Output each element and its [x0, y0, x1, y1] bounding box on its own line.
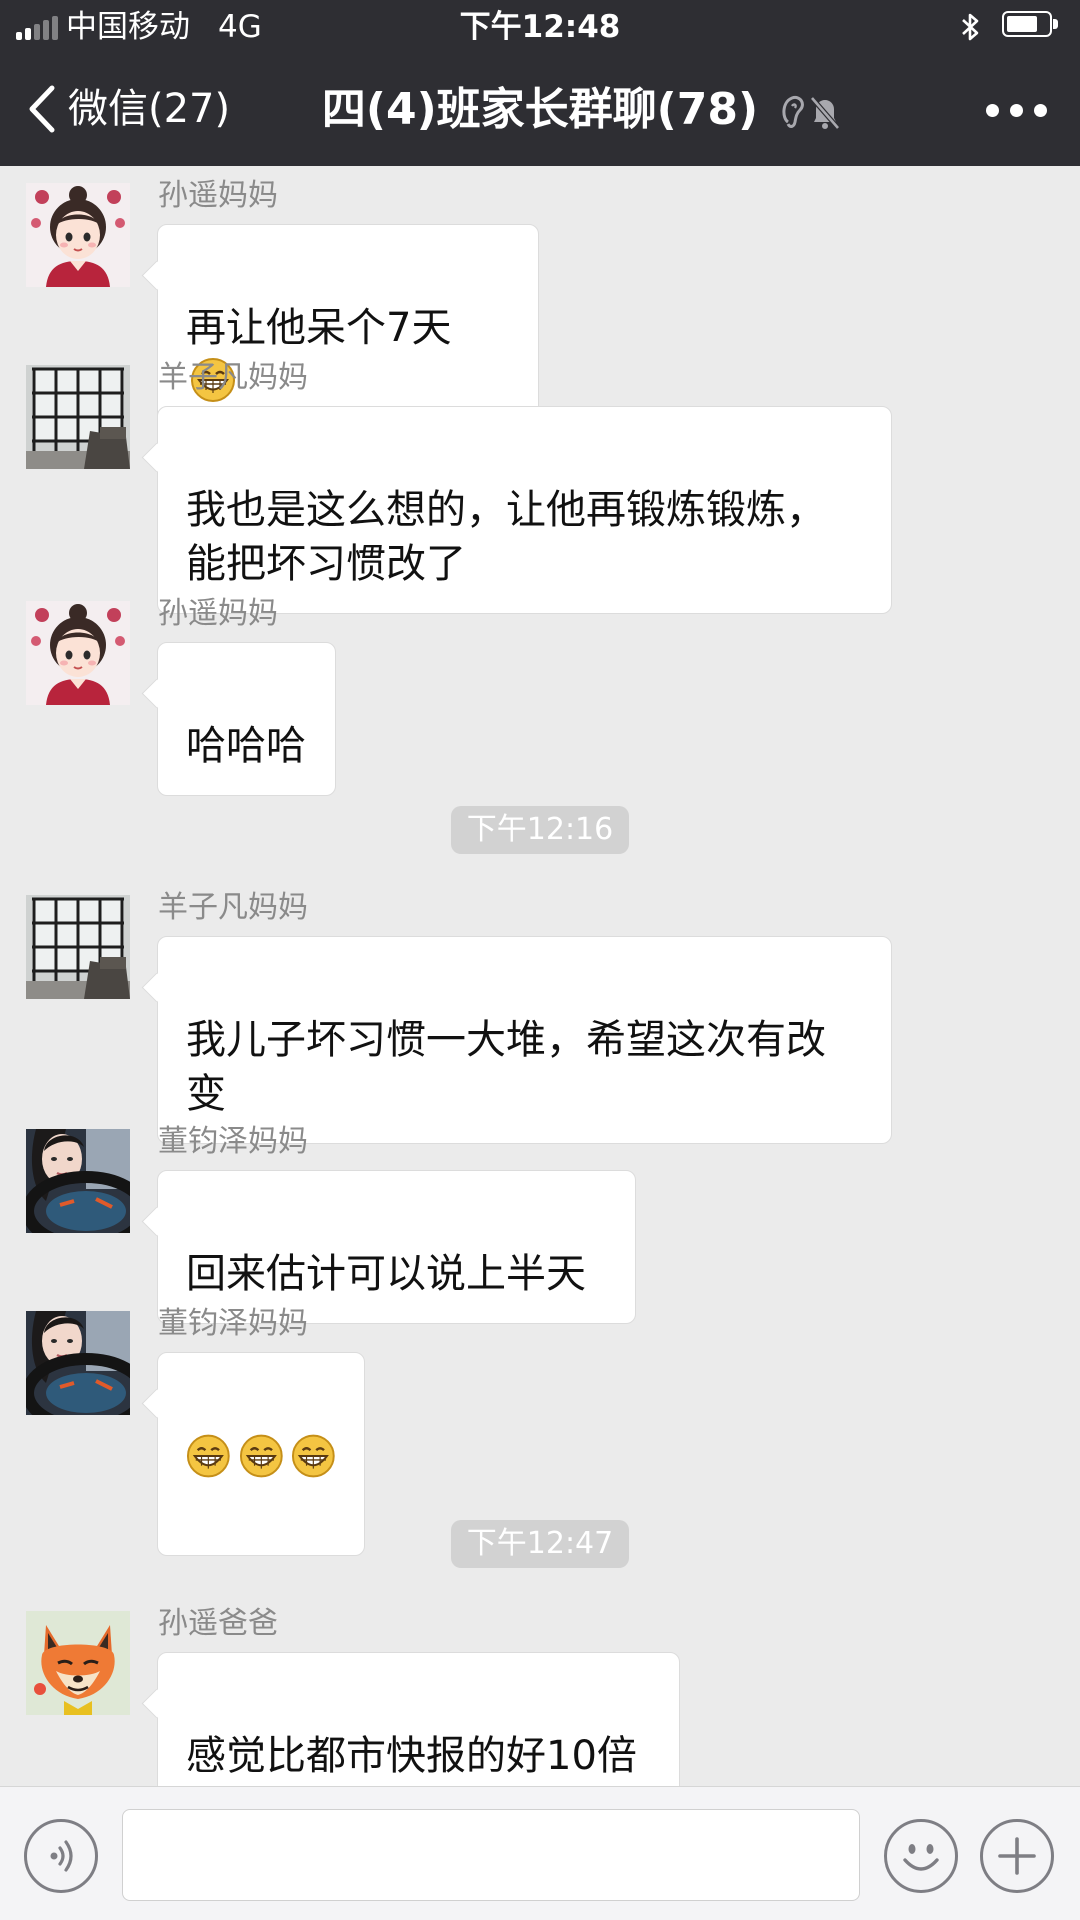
message-bubble[interactable]: 回来估计可以说上半天	[157, 1170, 636, 1324]
emoji-icon	[903, 1844, 939, 1871]
cartoon-girl-avatar[interactable]	[26, 183, 130, 287]
woman-car-avatar[interactable]	[26, 1129, 130, 1233]
chat-title: 四(4)班家长群聊(78)	[321, 84, 759, 135]
battery-icon	[1002, 11, 1060, 39]
timestamp: 下午12:16	[0, 806, 1080, 854]
timestamp: 下午12:47	[0, 1520, 1080, 1568]
status-time: 下午12:48	[459, 9, 621, 45]
grin-emoji-icon	[292, 1434, 336, 1478]
voice-button[interactable]	[24, 1819, 98, 1893]
emoji-button[interactable]	[884, 1819, 958, 1893]
sender-name: 羊子凡妈妈	[158, 360, 308, 395]
sender-name: 羊子凡妈妈	[158, 890, 308, 925]
grin-emoji-icon	[186, 1434, 230, 1478]
voice-icon	[50, 1840, 73, 1872]
mute-bell-icon	[782, 95, 840, 130]
window-room-avatar[interactable]	[26, 365, 130, 469]
timestamp-label: 下午12:47	[450, 1520, 630, 1568]
sender-name: 孙遥妈妈	[158, 178, 278, 213]
bluetooth-icon	[962, 13, 979, 41]
message-bubble[interactable]: 我也是这么想的，让他再锻炼锻炼， 能把坏习惯改了	[157, 406, 892, 614]
chat-header: 微信(27) 四(4)班家长群聊(78)	[0, 54, 1080, 166]
message-text: 回来估计可以说上半天	[186, 1251, 586, 1297]
woman-car-avatar[interactable]	[26, 1311, 130, 1415]
status-bar: 中国移动 4G 下午12:48	[0, 0, 1080, 54]
timestamp-label: 下午12:16	[450, 806, 630, 854]
plus-button[interactable]	[980, 1819, 1054, 1893]
message-text: 我儿子坏习惯一大堆，希望这次有改 变	[186, 1017, 826, 1117]
grin-emoji-icon	[239, 1434, 283, 1478]
grin-emoji-icon	[186, 1429, 336, 1479]
message-bubble[interactable]: 我儿子坏习惯一大堆，希望这次有改 变	[157, 936, 892, 1144]
ear-icon	[782, 95, 804, 128]
message-text: 我也是这么想的，让他再锻炼锻炼， 能把坏习惯改了	[186, 487, 826, 587]
message-bubble[interactable]: 哈哈哈	[157, 642, 336, 796]
cartoon-fox-avatar[interactable]	[26, 1611, 130, 1715]
message-text: 感觉比都市快报的好10倍	[186, 1733, 637, 1779]
sender-name: 董钧泽妈妈	[158, 1124, 308, 1159]
cartoon-girl-avatar[interactable]	[26, 601, 130, 705]
message-input[interactable]	[122, 1809, 860, 1901]
more-icon[interactable]	[972, 90, 1062, 130]
sender-name: 孙遥爸爸	[158, 1606, 278, 1641]
sender-name: 董钧泽妈妈	[158, 1306, 308, 1341]
input-bar	[0, 1786, 1080, 1920]
message-bubble[interactable]: 感觉比都市快报的好10倍	[157, 1652, 680, 1786]
sender-name: 孙遥妈妈	[158, 596, 278, 631]
message-list[interactable]: 孙遥妈妈 再让他呆个7天 羊子凡妈妈 我也是这么想的，让他再锻炼锻炼， 能把坏习…	[0, 166, 1080, 1786]
message-text: 再让他呆个7天	[186, 305, 452, 351]
plus-icon	[998, 1837, 1036, 1875]
window-room-avatar[interactable]	[26, 895, 130, 999]
message-text: 哈哈哈	[186, 723, 306, 769]
